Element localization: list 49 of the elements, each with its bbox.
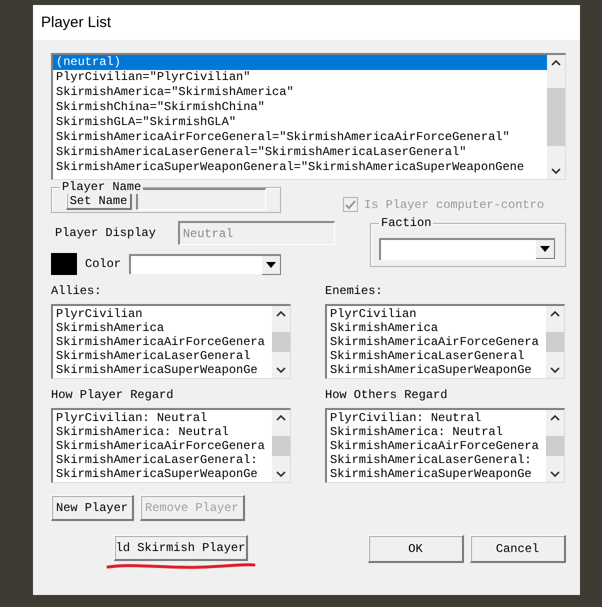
list-item[interactable]: SkirmishChina="SkirmishChina" xyxy=(53,100,547,115)
list-label: How Player Regard xyxy=(51,388,174,402)
dialog-button[interactable]: Cancel xyxy=(470,535,566,563)
list-item[interactable]: SkirmishAmericaSuperWeaponGe xyxy=(327,467,546,481)
dialog-button[interactable]: OK xyxy=(368,535,464,563)
list-item[interactable]: SkirmishAmericaSuperWeaponGe xyxy=(53,467,272,481)
group-label: Player Name xyxy=(60,180,144,194)
list-item[interactable]: SkirmishAmericaAirForceGenera xyxy=(327,335,546,349)
list-item[interactable]: SkirmishAmericaSuperWeaponGeneral="SkirmishAmericaSuperWeaponGene xyxy=(53,160,547,175)
list-item[interactable]: SkirmishAmericaLaserGeneral: xyxy=(327,453,546,467)
list-item[interactable]: SkirmishAmericaLaserGeneral xyxy=(327,349,546,363)
list-item[interactable]: PlyrCivilian xyxy=(327,307,546,321)
list-item[interactable]: SkirmishAmericaLaserGeneral xyxy=(53,349,272,363)
scrollbar-thumb[interactable] xyxy=(546,332,564,352)
list-item[interactable]: PlyrCivilian: Neutral xyxy=(327,411,546,425)
list-item[interactable]: SkirmishAmerica xyxy=(53,321,272,335)
dropdown-arrow-icon[interactable] xyxy=(540,246,550,252)
list-item[interactable]: SkirmishAmericaLaserGeneral="SkirmishAmericaLaserGeneral" xyxy=(53,145,547,160)
scrollbar-thumb[interactable] xyxy=(546,436,564,456)
list-item[interactable]: PlyrCivilian: Neutral xyxy=(53,411,272,425)
list-item[interactable]: PlyrCivilian="PlyrCivilian" xyxy=(53,70,547,85)
scrollbar-thumb[interactable] xyxy=(547,88,565,146)
color-swatch[interactable] xyxy=(51,253,77,275)
list-item[interactable]: SkirmishAmericaAirForceGeneral="SkirmishAmericaAirForceGeneral" xyxy=(53,130,547,145)
list-item[interactable]: SkirmishAmericaLaserGeneral: xyxy=(53,453,272,467)
list-item[interactable]: SkirmishGLA="SkirmishGLA" xyxy=(53,115,547,130)
scrollbar-thumb[interactable] xyxy=(272,332,290,352)
list-label: Allies: xyxy=(51,284,102,298)
list-item[interactable]: PlyrCivilian xyxy=(53,307,272,321)
window-title: Player List xyxy=(41,14,112,31)
field-label: Color xyxy=(85,257,122,271)
list-item[interactable]: SkirmishAmericaAirForceGenera xyxy=(53,439,272,453)
player-button[interactable]: New Player xyxy=(51,495,134,521)
list-label: How Others Regard xyxy=(325,388,448,402)
list-item[interactable]: SkirmishAmericaSuperWeaponGe xyxy=(53,363,272,377)
list-item[interactable]: SkirmishAmerica: Neutral xyxy=(53,425,272,439)
list-item[interactable]: SkirmishAmerica: Neutral xyxy=(327,425,546,439)
list-item[interactable]: (neutral) xyxy=(53,55,547,70)
list-label: Enemies: xyxy=(325,284,384,298)
checkbox-label: Is Player computer-contro xyxy=(364,198,544,212)
list-item[interactable]: SkirmishAmericaSuperWeaponGe xyxy=(327,363,546,377)
list-item[interactable]: SkirmishAmerica xyxy=(327,321,546,335)
list-item[interactable]: SkirmishAmerica="SkirmishAmerica" xyxy=(53,85,547,100)
field-label: Player Display xyxy=(55,226,156,240)
list-item[interactable]: SkirmishAmericaAirForceGenera xyxy=(53,335,272,349)
add-skirmish-button[interactable]: ld Skirmish Player xyxy=(114,535,248,561)
dropdown-arrow-icon[interactable] xyxy=(266,262,276,268)
scrollbar-thumb[interactable] xyxy=(272,436,290,456)
list-item[interactable]: SkirmishAmericaAirForceGenera xyxy=(327,439,546,453)
